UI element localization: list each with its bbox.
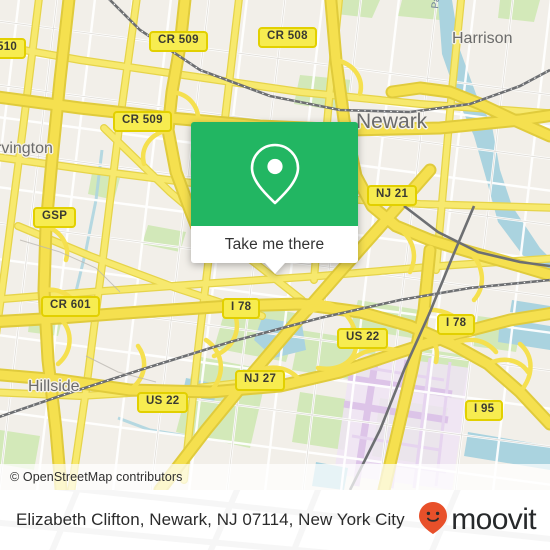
take-me-there-label: Take me there [224,235,325,253]
shield-gsp[interactable]: GSP [33,207,77,228]
moovit-brand[interactable]: moovit [418,501,537,540]
map-canvas[interactable]: Newark Harrison rvington Hillside Passai… [0,0,550,490]
shield-i-95[interactable]: I 95 [465,400,504,421]
shield-us-22-left[interactable]: US 22 [137,392,189,413]
moovit-map-screenshot: Newark Harrison rvington Hillside Passai… [0,0,550,550]
take-me-there-button[interactable]: Take me there [191,226,358,263]
location-title: Elizabeth Clifton, Newark, NJ 07114, New… [16,510,405,529]
shield-i-78-center[interactable]: I 78 [222,298,261,319]
shield-i-78-right[interactable]: I 78 [437,314,476,335]
moovit-smiling-pin-icon [418,501,448,540]
shield-cr-509-north[interactable]: CR 509 [149,31,208,52]
location-pin-icon [248,141,302,207]
shield-nj-21[interactable]: NJ 21 [367,185,418,206]
shield-cr-508[interactable]: CR 508 [258,27,317,48]
footer-bar: Elizabeth Clifton, Newark, NJ 07114, New… [0,490,550,550]
map-attribution[interactable]: © OpenStreetMap contributors [0,464,550,490]
popup-header [191,122,358,226]
location-popup-card[interactable]: Take me there [191,122,358,274]
shield-cr-510[interactable]: 510 [0,38,27,59]
popup-pointer-tail [264,263,285,274]
moovit-wordmark: moovit [451,503,536,536]
shield-cr-601[interactable]: CR 601 [41,296,100,317]
attribution-text: © OpenStreetMap contributors [10,470,183,484]
shield-nj-27[interactable]: NJ 27 [235,370,286,391]
shield-cr-509-south[interactable]: CR 509 [113,111,172,132]
footer-content: Elizabeth Clifton, Newark, NJ 07114, New… [0,490,550,550]
shield-us-22-right[interactable]: US 22 [337,328,389,349]
